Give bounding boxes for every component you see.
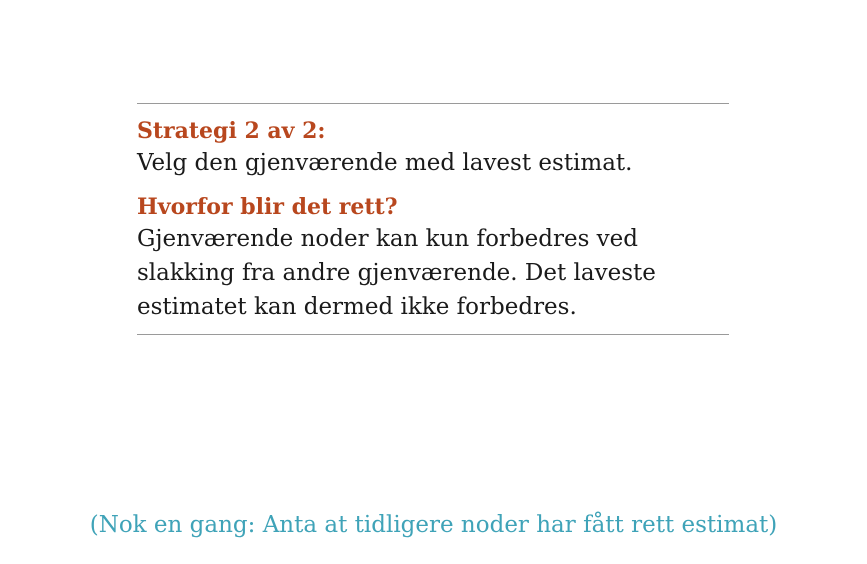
- why-line-1: Gjenværende noder kan kun forbedres ved: [137, 226, 639, 252]
- why-heading: Hvorfor blir det rett?: [137, 194, 398, 220]
- strategy-heading: Strategi 2 av 2:: [137, 118, 326, 144]
- slide: Strategi 2 av 2: Velg den gjenværende me…: [0, 0, 867, 564]
- strategy-box: Strategi 2 av 2: Velg den gjenværende me…: [137, 103, 729, 335]
- strategy-text: Velg den gjenværende med lavest estimat.: [137, 150, 633, 176]
- why-line-3: estimatet kan dermed ikke forbedres.: [137, 294, 577, 320]
- footnote-note: (Nok en gang: Anta at tidligere noder ha…: [89, 512, 778, 538]
- why-line-2: slakking fra andre gjenværende. Det lave…: [137, 260, 656, 286]
